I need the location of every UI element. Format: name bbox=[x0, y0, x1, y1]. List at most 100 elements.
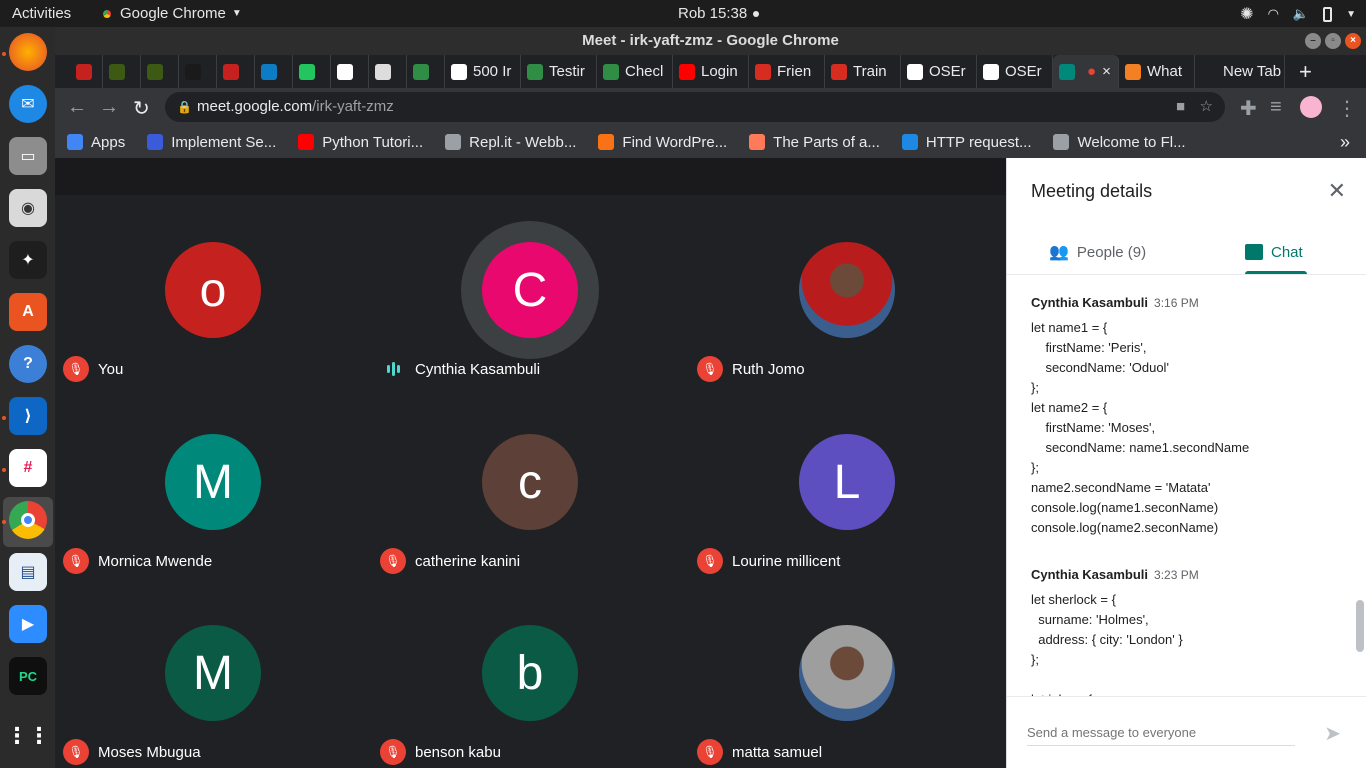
accessibility-icon[interactable]: ✺ bbox=[1240, 4, 1253, 24]
mic-off-icon: 🎙 bbox=[63, 356, 89, 382]
chevron-down-icon[interactable]: ▼ bbox=[1346, 9, 1356, 20]
tab-favicon-icon bbox=[299, 63, 315, 80]
browser-tab[interactable] bbox=[217, 55, 255, 88]
participant-tile[interactable]: M 🎙 Mornica Mwende bbox=[55, 387, 372, 577]
browser-tab[interactable] bbox=[293, 55, 331, 88]
minimize-button[interactable]: – bbox=[1305, 33, 1321, 49]
close-tab-icon[interactable]: × bbox=[1102, 63, 1111, 80]
avatar: C bbox=[482, 242, 578, 338]
chat-sender: Cynthia Kasambuli bbox=[1031, 567, 1149, 582]
browser-tab[interactable]: Frien bbox=[749, 55, 825, 88]
profile-avatar[interactable] bbox=[1300, 96, 1322, 118]
tab-people[interactable]: 👥 People (9) bbox=[1049, 230, 1146, 274]
forward-button[interactable]: → bbox=[99, 96, 119, 119]
browser-tab[interactable] bbox=[255, 55, 293, 88]
wifi-icon[interactable]: ◠ bbox=[1268, 6, 1279, 22]
browser-tab[interactable] bbox=[369, 55, 407, 88]
participant-tile[interactable]: o 🎙 You bbox=[55, 195, 372, 385]
participant-tile[interactable]: b 🎙 benson kabu bbox=[372, 578, 689, 768]
send-icon[interactable]: ➤ bbox=[1324, 721, 1341, 746]
browser-tab[interactable]: Testir bbox=[521, 55, 597, 88]
meeting-grid: o 🎙 You C Cynthia Kasambuli 🎙 Ruth Jomo M 🎙 Morni… bbox=[55, 158, 1006, 768]
browser-tab[interactable]: OSEr bbox=[901, 55, 977, 88]
browser-tab[interactable]: 500 Ir bbox=[445, 55, 521, 88]
browser-tab[interactable] bbox=[103, 55, 141, 88]
activities-button[interactable]: Activities bbox=[12, 5, 71, 22]
figma-icon[interactable]: ✦ bbox=[9, 241, 47, 279]
participant-namebar: 🎙 Lourine millicent bbox=[697, 548, 840, 574]
browser-tab[interactable] bbox=[179, 55, 217, 88]
tab-favicon-icon bbox=[679, 63, 695, 80]
bookmark-item[interactable]: Python Tutori... bbox=[298, 134, 423, 151]
browser-tab[interactable]: Checl bbox=[597, 55, 673, 88]
close-window-button[interactable]: × bbox=[1345, 33, 1361, 49]
browser-tab[interactable] bbox=[407, 55, 445, 88]
bookmark-item[interactable]: Welcome to Fl... bbox=[1053, 133, 1186, 151]
participant-tile[interactable]: C Cynthia Kasambuli bbox=[372, 195, 689, 385]
camera-icon[interactable]: ■ bbox=[1176, 92, 1185, 122]
chat-message-input[interactable] bbox=[1027, 720, 1295, 746]
new-tab-button[interactable]: + bbox=[1299, 59, 1312, 85]
participant-tile[interactable]: 🎙 Ruth Jomo bbox=[689, 195, 1006, 385]
zoom-icon[interactable]: ▶ bbox=[9, 605, 47, 643]
browser-tab[interactable]: Login bbox=[673, 55, 749, 88]
bookmark-item[interactable]: HTTP request... bbox=[901, 134, 1031, 151]
bookmark-favicon-icon bbox=[1053, 134, 1070, 150]
participant-tile[interactable]: c 🎙 catherine kanini bbox=[372, 387, 689, 577]
browser-tab[interactable]: ● × bbox=[1053, 55, 1119, 88]
firefox-icon[interactable] bbox=[9, 33, 47, 71]
maximize-button[interactable]: ▫ bbox=[1325, 33, 1341, 49]
bookmark-item[interactable]: Implement Se... bbox=[147, 134, 276, 151]
participant-name: benson kabu bbox=[415, 743, 501, 761]
back-button[interactable]: ← bbox=[67, 96, 87, 119]
participant-tile[interactable]: M 🎙 Moses Mbugua bbox=[55, 578, 372, 768]
vscode-icon[interactable]: ⟩ bbox=[9, 397, 47, 435]
battery-icon[interactable] bbox=[1323, 6, 1333, 22]
thunderbird-icon[interactable]: ✉ bbox=[9, 85, 47, 123]
chat-message-line: }; bbox=[1031, 380, 1039, 395]
bookmark-item[interactable]: Find WordPre... bbox=[598, 134, 727, 151]
bookmark-star-icon[interactable]: ☆ bbox=[1200, 92, 1213, 122]
show-applications-icon[interactable]: ⋮⋮ bbox=[6, 717, 50, 755]
extensions-icon[interactable]: ✚ bbox=[1240, 96, 1257, 121]
participant-tile[interactable]: 🎙 matta samuel bbox=[689, 578, 1006, 768]
bookmark-label: Welcome to Fl... bbox=[1077, 133, 1186, 151]
tab-chat[interactable]: Chat bbox=[1245, 230, 1307, 274]
media-control-icon[interactable]: ≡ bbox=[1270, 96, 1282, 119]
software-center-icon[interactable]: A bbox=[9, 293, 47, 331]
files-icon[interactable]: ▭ bbox=[9, 137, 47, 175]
help-icon[interactable]: ? bbox=[9, 345, 47, 383]
slack-icon[interactable]: # bbox=[9, 449, 47, 487]
close-panel-icon[interactable]: ✕ bbox=[1328, 178, 1346, 204]
clock[interactable]: Rob 15:38 bbox=[678, 5, 760, 22]
mic-off-icon: 🎙 bbox=[697, 739, 723, 765]
app-menu[interactable]: Google Chrome ▼ bbox=[100, 5, 242, 22]
more-bookmarks-icon[interactable]: » bbox=[1340, 132, 1350, 153]
bookmark-label: Python Tutori... bbox=[322, 133, 424, 151]
address-bar[interactable]: 🔒 meet.google.com/irk-yaft-zmz ■ ☆ bbox=[165, 92, 1225, 122]
pycharm-icon[interactable]: PC bbox=[9, 657, 47, 695]
browser-tab[interactable] bbox=[331, 55, 369, 88]
chat-scrollbar[interactable] bbox=[1356, 600, 1364, 652]
browser-tab[interactable]: OSEr bbox=[977, 55, 1053, 88]
more-menu-icon[interactable]: ⋮ bbox=[1337, 96, 1357, 121]
bookmark-item[interactable]: Apps bbox=[67, 134, 125, 151]
reload-button[interactable]: ↻ bbox=[133, 96, 150, 121]
chat-message: Cynthia Kasambuli 3:23 PM let sherlock = {… bbox=[1031, 560, 1351, 696]
browser-tab[interactable] bbox=[70, 55, 103, 88]
avatar: M bbox=[165, 434, 261, 530]
bookmark-item[interactable]: Repl.it - Webb... bbox=[445, 134, 576, 151]
document-viewer-icon[interactable]: ▤ bbox=[9, 553, 47, 591]
browser-tab[interactable]: Train bbox=[825, 55, 901, 88]
chrome-icon[interactable] bbox=[9, 501, 47, 539]
rhythmbox-icon[interactable]: ◉ bbox=[9, 189, 47, 227]
mic-off-icon: 🎙 bbox=[380, 739, 406, 765]
chat-message-line: console.log(name2.seconName) bbox=[1031, 520, 1219, 535]
system-tray[interactable]: ✺ ◠ 🔈 ▼ bbox=[1240, 4, 1356, 24]
browser-tab[interactable]: New Tab bbox=[1195, 55, 1285, 88]
browser-tab[interactable] bbox=[141, 55, 179, 88]
bookmark-item[interactable]: The Parts of a... bbox=[749, 134, 880, 151]
volume-icon[interactable]: 🔈 bbox=[1293, 6, 1309, 22]
browser-tab[interactable]: What bbox=[1119, 55, 1195, 88]
participant-tile[interactable]: L 🎙 Lourine millicent bbox=[689, 387, 1006, 577]
